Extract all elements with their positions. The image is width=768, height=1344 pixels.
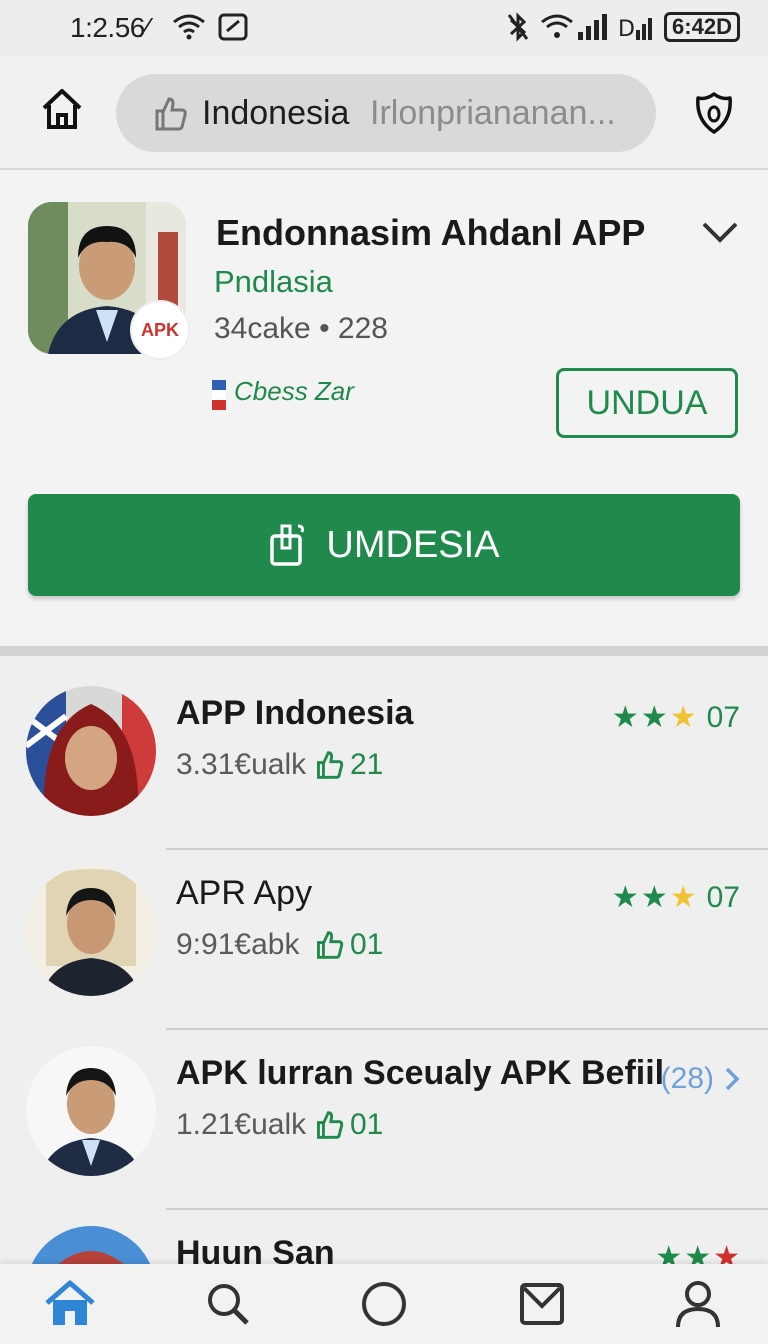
app-title: Endonnasim Ahdanl APP [216, 212, 646, 253]
star-icon: ★ [669, 701, 697, 734]
search-query: Indonesia [202, 94, 350, 132]
search-suggestion: Irlonpriananan... [370, 94, 616, 132]
list-title: Huun San [176, 1234, 335, 1264]
star-icon: ★ [640, 701, 668, 734]
home-icon[interactable] [40, 1274, 100, 1334]
signal-icon [576, 12, 610, 42]
star-icon: ★ [611, 701, 639, 734]
list-likes: 01 [316, 928, 383, 962]
chevron-down-icon[interactable] [700, 220, 740, 246]
list-avatar [26, 686, 156, 816]
rating-text: 07 [706, 700, 740, 734]
list-item[interactable]: APP Indonesia 3.31€ualk 21 ★ ★ ★ 07 [0, 672, 768, 850]
star-icon: ★ [669, 881, 697, 914]
battery-text: 6:42D [672, 14, 732, 39]
list-size: 3.31€ualk [176, 748, 307, 781]
list-likes: 21 [316, 748, 383, 782]
list-avatar [26, 1046, 156, 1176]
list-avatar [26, 866, 156, 996]
home-icon[interactable] [38, 86, 86, 132]
list-title: APK lurran Sceualy APK Befiil [176, 1054, 665, 1092]
battery-icon: 6:42D [664, 12, 740, 42]
list-likes-count: 01 [350, 928, 384, 961]
list-rating: ★ ★ ★ [655, 1240, 740, 1264]
star-icon: ★ [684, 1241, 712, 1264]
rating-text: (28) [660, 1062, 714, 1095]
signal-icon-2: D [618, 12, 658, 42]
app-meta: 34cake • 228 [214, 312, 388, 345]
divider [166, 1028, 768, 1030]
wifi-signal-icon [540, 14, 574, 40]
list-item[interactable]: Huun San ★ ★ ★ [0, 1212, 768, 1264]
list-size: 1.21€ualk [176, 1108, 307, 1141]
app-detail-card: APK Endonnasim Ahdanl APP Pndlasia 34cak… [0, 170, 768, 656]
search-bar[interactable]: Indonesia Irlonpriananan... [116, 74, 656, 152]
star-icon: ★ [611, 881, 639, 914]
screen-cast-icon [218, 13, 248, 41]
search-icon[interactable] [198, 1274, 258, 1334]
list-title: APR Apy [176, 874, 313, 912]
flag-icon [212, 380, 226, 410]
apk-badge: APK [130, 300, 190, 360]
list-item[interactable]: APR Apy 9:91€abk 01 ★ ★ ★ 07 [0, 852, 768, 1030]
profile-icon[interactable] [668, 1274, 728, 1334]
list-title: APP Indonesia [176, 694, 414, 732]
divider [166, 848, 768, 850]
bluetooth-off-icon [506, 12, 530, 42]
chevron-right-icon[interactable] [724, 1066, 740, 1092]
list-rating: ★ ★ ★ 07 [612, 880, 740, 915]
star-icon: ★ [640, 881, 668, 914]
status-time: 1:2.56⁄ [70, 12, 150, 43]
install-button[interactable]: UMDESIA [28, 494, 740, 596]
wifi-icon [172, 14, 206, 40]
list-rating: (28) [661, 1062, 740, 1096]
list-item[interactable]: APK lurran Sceualy APK Befiil 1.21€ualk … [0, 1032, 768, 1210]
circle-icon[interactable] [354, 1274, 414, 1334]
developer-link[interactable]: Cbess Zar [234, 376, 354, 407]
undua-button[interactable]: UNDUA [556, 368, 738, 438]
mail-icon[interactable] [512, 1274, 572, 1334]
list-likes-count: 01 [350, 1108, 384, 1141]
header-bar: Indonesia Irlonpriananan... [0, 56, 768, 170]
star-icon: ★ [655, 1241, 683, 1264]
divider [166, 1208, 768, 1210]
svg-text:D: D [618, 17, 635, 42]
rating-text: 07 [706, 880, 740, 914]
star-icon: ★ [713, 1241, 740, 1264]
shield-icon[interactable] [692, 90, 736, 136]
list-likes-count: 21 [350, 748, 384, 781]
thumbs-up-icon [154, 96, 188, 132]
bottom-navigation [0, 1264, 768, 1344]
thumbs-up-icon [317, 931, 344, 959]
list-avatar [26, 1226, 156, 1264]
install-icon [268, 522, 308, 568]
app-subtitle: Pndlasia [214, 264, 333, 299]
status-bar: 1:2.56⁄ D 6:42D [0, 0, 768, 56]
list-likes: 01 [316, 1108, 383, 1142]
app-list: APP Indonesia 3.31€ualk 21 ★ ★ ★ 07 APR Ap… [0, 664, 768, 1264]
list-rating: ★ ★ ★ 07 [612, 700, 740, 735]
thumbs-up-icon [317, 751, 344, 779]
thumbs-up-icon [317, 1111, 344, 1139]
install-label: UMDESIA [326, 523, 500, 566]
list-size: 9:91€abk [176, 928, 300, 961]
